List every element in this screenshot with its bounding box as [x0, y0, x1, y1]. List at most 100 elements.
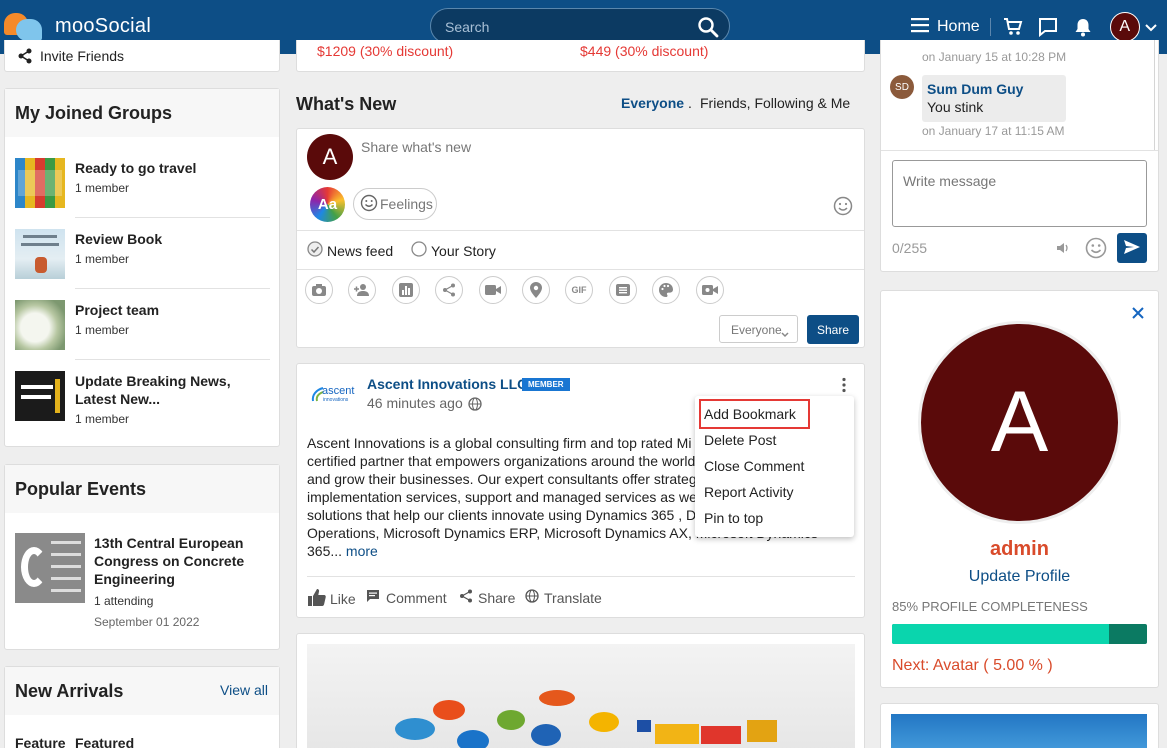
menu-item-pin-to-top[interactable]: Pin to top — [704, 510, 763, 526]
send-button[interactable] — [1117, 233, 1147, 263]
popular-events-card: Popular Events 13th Central European Con… — [4, 464, 280, 650]
more-options-icon[interactable] — [841, 377, 847, 396]
camera-icon[interactable] — [305, 276, 333, 304]
group-title[interactable]: Project team — [75, 301, 275, 319]
group-members: 1 member — [75, 412, 130, 426]
chat-message-input[interactable]: Write message — [892, 160, 1147, 227]
product-card-clip: $1209 (30% discount) $449 (30% discount) — [296, 40, 865, 72]
joined-groups-card: My Joined Groups Ready to go travel 1 me… — [4, 88, 280, 447]
live-video-icon[interactable] — [696, 276, 724, 304]
group-title[interactable]: Ready to go travel — [75, 159, 275, 177]
newsfeed-option[interactable]: News feed — [307, 241, 393, 260]
thumbs-up-icon — [308, 589, 326, 609]
group-title[interactable]: Review Book — [75, 230, 275, 248]
chat-card: on January 15 at 10:28 PM SD Sum Dum Guy… — [880, 40, 1159, 272]
group-thumbnail — [15, 229, 65, 279]
price-discount: $449 (30% discount) — [580, 43, 709, 59]
cart-icon[interactable] — [1001, 15, 1025, 39]
composer-avatar: A — [307, 134, 353, 180]
event-thumbnail — [15, 533, 85, 603]
translate-label: Translate — [544, 589, 602, 606]
search-input[interactable] — [445, 17, 685, 37]
completeness-label: 85% PROFILE COMPLETENESS — [892, 599, 1088, 614]
privacy-select[interactable]: Everyone — [719, 315, 798, 343]
next-step-link[interactable]: Next: Avatar ( 5.00 % ) — [892, 657, 1053, 675]
home-label: Home — [937, 18, 980, 35]
menu-item-report-activity[interactable]: Report Activity — [704, 484, 793, 500]
more-link[interactable]: more — [346, 543, 378, 559]
post-image[interactable] — [307, 644, 855, 748]
share-icon[interactable] — [435, 276, 463, 304]
chat-scrollbar[interactable] — [1154, 40, 1155, 150]
profile-avatar[interactable]: A — [918, 321, 1121, 524]
event-title[interactable]: 13th Central European Congress on Concre… — [94, 534, 254, 588]
invite-friends-link[interactable]: Invite Friends — [40, 48, 124, 64]
filter-friends[interactable]: Friends, Following & Me — [700, 95, 850, 111]
post-options-menu: Add Bookmark Delete Post Close Comment R… — [695, 396, 854, 537]
text-style-button[interactable]: Aa — [310, 187, 345, 222]
group-item[interactable]: Review Book 1 member — [15, 229, 270, 279]
story-option[interactable]: Your Story — [411, 241, 496, 260]
post-last-line: 365... more — [307, 542, 855, 560]
event-date: September 01 2022 — [94, 615, 200, 629]
location-icon[interactable] — [522, 276, 550, 304]
like-button[interactable]: Like — [308, 589, 356, 609]
feelings-label: Feelings — [380, 196, 433, 212]
emoji-icon[interactable] — [833, 196, 853, 219]
messages-icon[interactable] — [1036, 15, 1060, 39]
tab-featured[interactable]: Featured — [75, 735, 134, 748]
share-icon — [17, 48, 33, 67]
divider — [307, 576, 855, 577]
company-logo[interactable]: ascent innovations — [308, 385, 358, 409]
chevron-down-icon[interactable] — [1144, 19, 1157, 35]
search-icon[interactable] — [697, 16, 719, 41]
video-icon[interactable] — [479, 276, 507, 304]
group-members: 1 member — [75, 252, 130, 266]
profile-name[interactable]: admin — [881, 538, 1158, 561]
search-box[interactable] — [430, 8, 730, 44]
gif-button[interactable]: GIF — [565, 276, 593, 304]
share-button[interactable]: Share — [807, 315, 859, 344]
promo-card — [880, 703, 1159, 748]
bell-icon[interactable] — [1071, 15, 1095, 39]
logo-text: ascent — [322, 385, 355, 397]
update-profile-link[interactable]: Update Profile — [881, 568, 1158, 586]
group-title[interactable]: Update Breaking News, Latest New... — [75, 372, 275, 408]
close-icon[interactable] — [1132, 306, 1144, 322]
radio-icon — [411, 241, 427, 260]
group-item[interactable]: Ready to go travel 1 member — [15, 158, 270, 208]
nav-divider — [989, 18, 991, 36]
list-icon[interactable] — [609, 276, 637, 304]
tag-people-icon[interactable] — [348, 276, 376, 304]
menu-item-close-comment[interactable]: Close Comment — [704, 458, 804, 474]
emoji-icon[interactable] — [1085, 237, 1107, 262]
sender-name[interactable]: Sum Dum Guy — [927, 81, 1023, 97]
user-avatar[interactable]: A — [1109, 12, 1140, 42]
smile-icon — [360, 194, 378, 215]
price-discount: $1209 (30% discount) — [317, 43, 454, 59]
sender-avatar: SD — [890, 75, 914, 99]
view-all-link[interactable]: View all — [220, 682, 268, 698]
filter-everyone[interactable]: Everyone — [621, 95, 684, 111]
post-author[interactable]: Ascent Innovations LLC — [367, 376, 527, 392]
menu-item-add-bookmark[interactable]: Add Bookmark — [704, 406, 796, 422]
logo[interactable]: mooSocial — [4, 11, 151, 41]
divider — [881, 150, 1158, 151]
post-time[interactable]: 46 minutes ago — [367, 395, 463, 411]
group-item[interactable]: Project team 1 member — [15, 300, 270, 350]
composer-input[interactable]: Share what's new — [361, 139, 841, 155]
translate-button[interactable]: Translate — [525, 589, 602, 606]
share-post-button[interactable]: Share — [459, 589, 515, 606]
tab-feature[interactable]: Feature — [15, 735, 66, 748]
comment-button[interactable]: Comment — [366, 589, 447, 606]
palette-icon[interactable] — [652, 276, 680, 304]
menu-item-delete-post[interactable]: Delete Post — [704, 432, 776, 448]
promo-image[interactable] — [891, 714, 1147, 748]
feelings-button[interactable]: Feelings — [353, 188, 437, 220]
sound-icon[interactable] — [1056, 241, 1070, 258]
group-item[interactable]: Update Breaking News, Latest New... 1 me… — [15, 371, 270, 431]
home-link[interactable]: Home — [911, 17, 980, 38]
message-time: on January 17 at 11:15 AM — [922, 124, 1065, 138]
poll-icon[interactable] — [392, 276, 420, 304]
completeness-fill — [892, 624, 1109, 644]
